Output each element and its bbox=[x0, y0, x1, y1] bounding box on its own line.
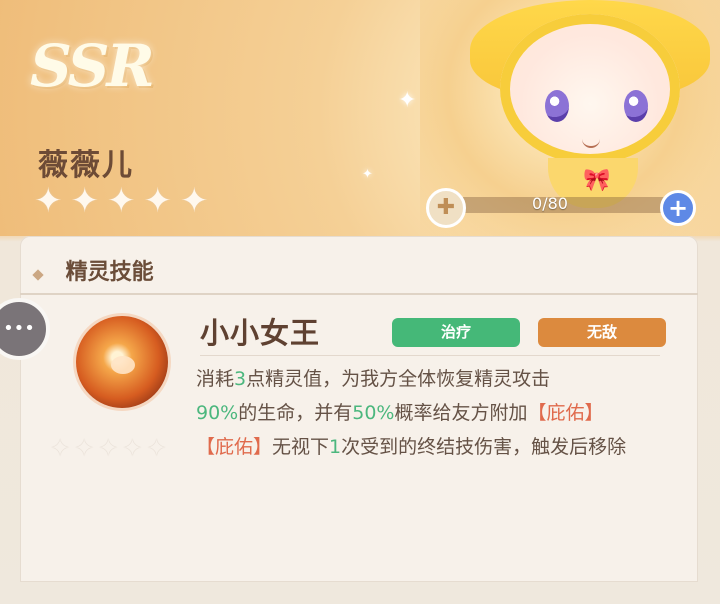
small-star-icon: ✦ bbox=[98, 434, 119, 462]
small-star-icon: ✦ bbox=[122, 434, 143, 462]
desc-line2-c: 50% bbox=[352, 402, 395, 424]
star-icon: ✦ bbox=[180, 181, 209, 221]
skill-description: 消耗3点精灵值，为我方全体恢复精灵攻击 90%的生命，并有50%概率给友方附加【… bbox=[196, 362, 680, 464]
add-button[interactable]: + bbox=[660, 190, 696, 226]
desc-line1-a: 消耗 bbox=[196, 368, 235, 390]
desc-line2-e: 【庇佑】 bbox=[527, 402, 604, 424]
progress-text: 0/80 bbox=[532, 194, 568, 213]
rarity-badge: SSR bbox=[30, 32, 155, 100]
desc-line3-b: 无视下 bbox=[272, 436, 330, 458]
star-icon: ✦ bbox=[70, 181, 100, 221]
sparkle-icon: ✦ bbox=[398, 88, 417, 113]
skill-face bbox=[111, 356, 135, 374]
star-icon: ✦ bbox=[34, 181, 63, 221]
character-right-eye bbox=[624, 90, 648, 122]
small-star-icon: ✦ bbox=[74, 434, 95, 462]
tag-heal: 治疗 bbox=[392, 318, 520, 347]
shard-progress: ✚ 0/80 + bbox=[426, 188, 696, 228]
desc-line1-c: 点精灵值，为我方全体恢复精灵攻击 bbox=[246, 368, 551, 390]
bow-icon: 🎀 bbox=[583, 168, 611, 193]
skill-stars: ✦ ✦ ✦ ✦ ✦ bbox=[50, 436, 167, 460]
desc-line2-a: 90% bbox=[196, 402, 239, 424]
desc-line2-d: 概率给友方附加 bbox=[394, 402, 528, 424]
diamond-icon bbox=[32, 269, 44, 281]
desc-line1-b: 3 bbox=[234, 368, 247, 390]
skill-name: 小小女王 bbox=[200, 316, 321, 350]
section-title-text: 精灵技能 bbox=[65, 260, 154, 285]
desc-line2-b: 的生命，并有 bbox=[238, 402, 353, 424]
small-star-icon: ✦ bbox=[50, 434, 71, 462]
section-divider bbox=[20, 293, 698, 295]
star-icon: ✦ bbox=[107, 181, 136, 221]
character-left-eye bbox=[545, 90, 569, 122]
tags-divider bbox=[200, 355, 660, 356]
section-title: 精灵技能 bbox=[32, 254, 154, 286]
desc-line3-c: 1 bbox=[329, 436, 342, 458]
small-star-icon: ✦ bbox=[146, 434, 167, 462]
star-icon: ✦ bbox=[143, 181, 173, 221]
desc-line3-d: 次受到的终结技伤害，触发后移除 bbox=[341, 436, 627, 458]
shard-icon: ✚ bbox=[426, 188, 466, 228]
sparkle-icon: ✦ bbox=[362, 167, 373, 182]
tag-invincible: 无敌 bbox=[538, 318, 666, 347]
desc-line3-a: 【庇佑】 bbox=[196, 436, 273, 458]
rating-stars: ✦ ✦ ✦ ✦ ✦ bbox=[34, 184, 209, 218]
character-name: 薇薇儿 bbox=[38, 148, 134, 183]
